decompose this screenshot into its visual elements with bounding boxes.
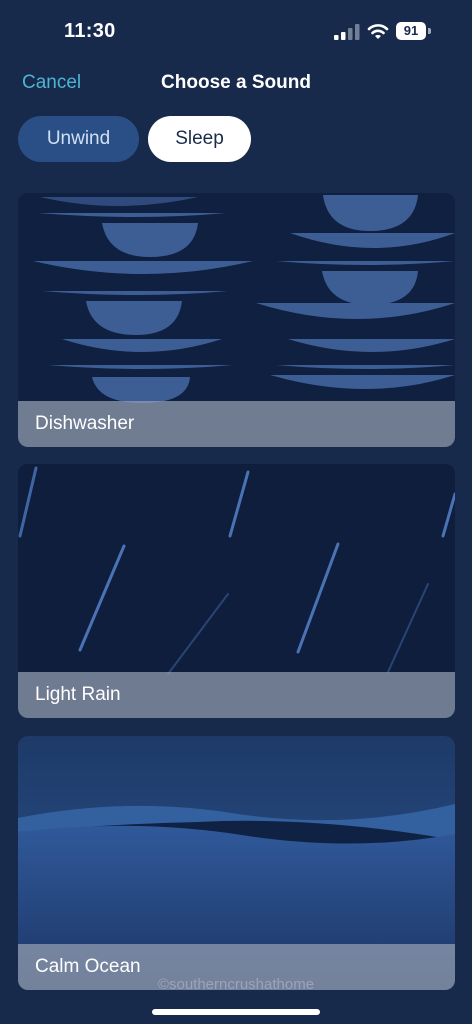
sound-card-label: Light Rain (18, 672, 455, 718)
signal-icon (334, 24, 360, 40)
sound-card-dishwasher[interactable]: Dishwasher (18, 193, 455, 447)
status-time: 11:30 (64, 20, 116, 42)
tab-unwind[interactable]: Unwind (18, 116, 139, 162)
watermark: ©southerncrushathome (157, 976, 315, 993)
tab-sleep[interactable]: Sleep (148, 116, 251, 162)
battery-icon: 91 (396, 22, 432, 40)
wifi-icon (367, 24, 389, 39)
sound-name: Dishwasher (35, 413, 135, 434)
sound-card-label: Dishwasher (18, 401, 455, 447)
battery-level: 91 (396, 22, 426, 40)
sound-name: Light Rain (35, 684, 121, 705)
sound-card-calm-ocean[interactable]: Calm Ocean (18, 736, 455, 990)
status-bar: 11:30 91 (0, 0, 472, 62)
sound-name: Calm Ocean (35, 956, 141, 977)
page-title: Choose a Sound (161, 72, 311, 93)
home-indicator[interactable] (152, 1009, 320, 1015)
sound-card-light-rain[interactable]: Light Rain (18, 464, 455, 718)
battery-tip (428, 28, 431, 34)
nav-header: Cancel Choose a Sound (0, 62, 472, 106)
